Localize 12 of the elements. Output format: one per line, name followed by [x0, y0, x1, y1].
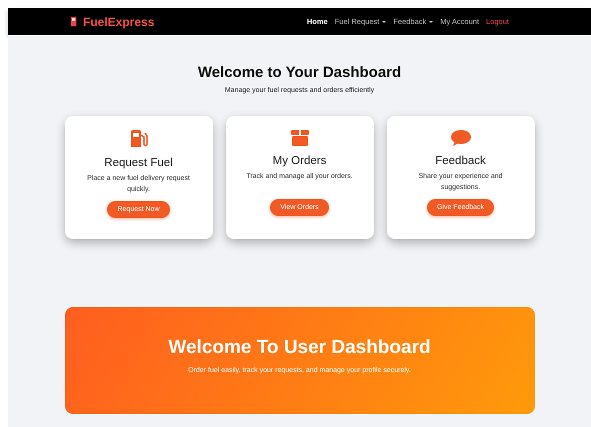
caret-icon — [429, 20, 434, 22]
banner-title: Welcome To User Dashboard — [168, 337, 431, 359]
fuel-pump-icon — [128, 129, 148, 149]
card-title: My Orders — [272, 155, 326, 167]
speech-bubble-icon — [450, 129, 472, 147]
box-icon — [290, 129, 310, 147]
page-title: Welcome to Your Dashboard — [198, 64, 402, 81]
fuel-pump-icon — [70, 16, 78, 27]
brand-name[interactable]: FuelExpress — [83, 14, 154, 28]
card-title: Request Fuel — [104, 157, 173, 169]
caret-icon — [382, 20, 386, 22]
card-title: Feedback — [435, 155, 486, 167]
